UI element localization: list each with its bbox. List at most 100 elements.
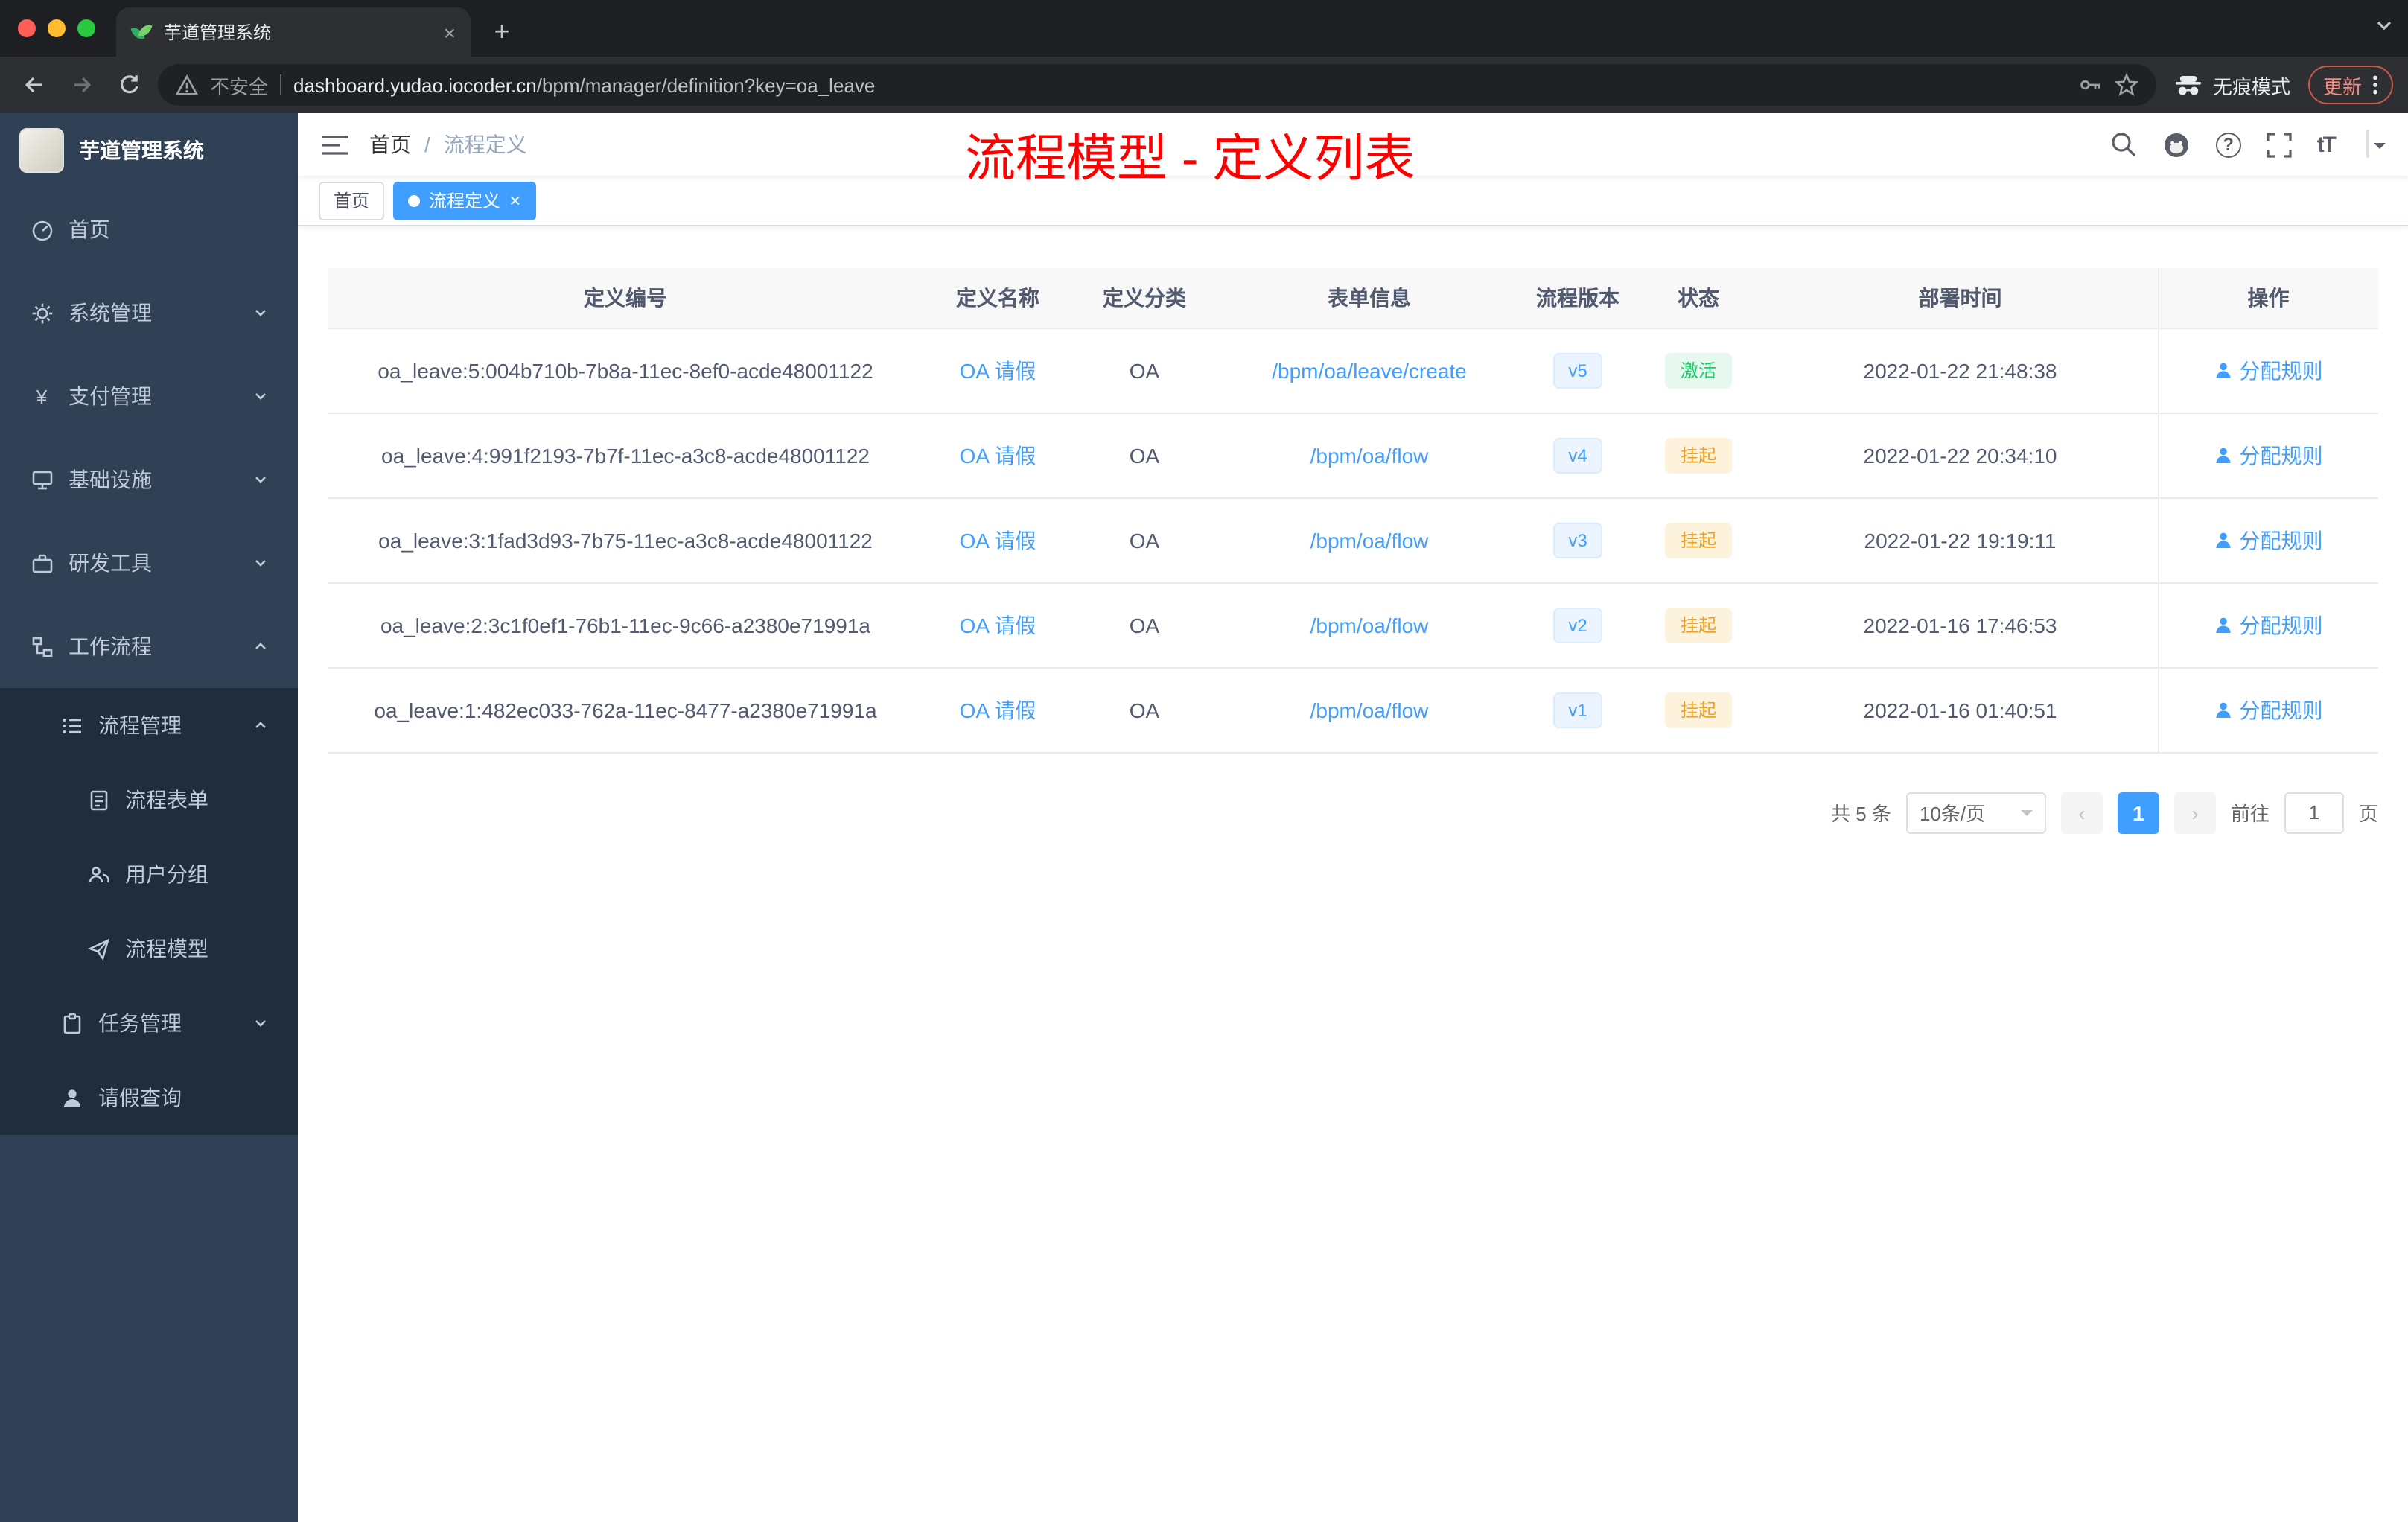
chevron-down-icon	[253, 472, 268, 487]
person-icon	[2215, 701, 2231, 717]
sidebar: 芋道管理系统 首页 系统管理 ¥ 支付管理 基础设施 研发工具 工作流程 流程管…	[0, 113, 298, 1522]
back-button[interactable]	[15, 66, 54, 104]
definition-table: 定义编号 定义名称 定义分类 表单信息 流程版本 状态 部署时间 操作 oa_l	[328, 268, 2378, 753]
security-label[interactable]: 不安全	[210, 71, 268, 99]
cell-deploy-time: 2022-01-22 20:34:10	[1763, 413, 2158, 498]
sidebar-logo[interactable]: 芋道管理系统	[0, 113, 298, 188]
site-favicon-icon	[130, 22, 153, 42]
window-controls	[0, 0, 116, 57]
document-icon	[86, 789, 110, 811]
sidebar-item-payment[interactable]: ¥ 支付管理	[0, 354, 298, 438]
definition-name-link[interactable]: OA 请假	[960, 698, 1036, 722]
hamburger-icon[interactable]	[322, 133, 348, 156]
assign-rule-button[interactable]: 分配规则	[2214, 525, 2323, 555]
github-icon[interactable]	[2162, 131, 2191, 158]
new-tab-button[interactable]: +	[482, 12, 521, 51]
address-bar[interactable]: 不安全 dashboard.yudao.iocoder.cn/bpm/manag…	[158, 64, 2156, 106]
search-icon[interactable]	[2110, 131, 2137, 158]
person-icon	[2215, 617, 2231, 632]
status-badge: 激活	[1665, 352, 1731, 388]
yen-icon: ¥	[36, 385, 48, 407]
avatar[interactable]	[2366, 130, 2369, 158]
chrome-update-button[interactable]: 更新	[2307, 66, 2393, 104]
sidebar-item-process-model[interactable]: 流程模型	[0, 911, 298, 986]
tag-label: 流程定义	[429, 191, 501, 211]
key-icon[interactable]	[2079, 73, 2103, 97]
assign-rule-button[interactable]: 分配规则	[2214, 695, 2323, 725]
form-link[interactable]: /bpm/oa/flow	[1310, 443, 1429, 467]
status-badge: 挂起	[1665, 437, 1731, 473]
sidebar-item-label: 任务管理	[98, 1011, 182, 1035]
table-row: oa_leave:2:3c1f0ef1-76b1-11ec-9c66-a2380…	[328, 582, 2378, 668]
user-avatar-wrap[interactable]	[2366, 130, 2386, 158]
tag-process-definition[interactable]: 流程定义 ×	[393, 181, 536, 220]
close-window-button[interactable]	[18, 19, 36, 37]
cell-deploy-time: 2022-01-22 21:48:38	[1763, 328, 2158, 413]
form-link[interactable]: /bpm/oa/leave/create	[1272, 358, 1467, 382]
minimize-window-button[interactable]	[48, 19, 66, 37]
assign-rule-button[interactable]: 分配规则	[2214, 440, 2323, 470]
sidebar-item-infra[interactable]: 基础设施	[0, 438, 298, 521]
sidebar-item-home[interactable]: 首页	[0, 188, 298, 271]
clipboard-icon	[60, 1012, 83, 1034]
zoom-window-button[interactable]	[77, 19, 95, 37]
sidebar-item-devtools[interactable]: 研发工具	[0, 521, 298, 605]
assign-rule-button[interactable]: 分配规则	[2214, 610, 2323, 640]
goto-page-input[interactable]	[2284, 792, 2344, 833]
assign-rule-button[interactable]: 分配规则	[2214, 355, 2323, 385]
kebab-menu-icon[interactable]	[2372, 74, 2378, 95]
browser-tab[interactable]: 芋道管理系统 ×	[116, 7, 471, 57]
annotation-title: 流程模型 - 定义列表	[965, 131, 1415, 188]
col-form-info: 表单信息	[1217, 268, 1522, 328]
cell-deploy-time: 2022-01-22 19:19:11	[1763, 497, 2158, 583]
page-size-select[interactable]: 10条/页	[1905, 792, 2046, 833]
version-tag: v5	[1553, 352, 1602, 388]
form-link[interactable]: /bpm/oa/flow	[1310, 613, 1429, 637]
dashboard-icon	[30, 218, 54, 241]
sidebar-item-label: 首页	[69, 217, 110, 241]
font-size-icon[interactable]: tT	[2317, 132, 2337, 157]
prev-page-button[interactable]: ‹	[2060, 792, 2103, 833]
definition-name-link[interactable]: OA 请假	[960, 613, 1036, 637]
tab-title: 芋道管理系统	[164, 22, 272, 43]
sidebar-item-label: 用户分组	[125, 862, 208, 886]
help-icon[interactable]: ?	[2215, 132, 2241, 157]
table-row: oa_leave:1:482ec033-762a-11ec-8477-a2380…	[328, 667, 2378, 753]
bookmark-star-icon[interactable]	[2114, 73, 2138, 97]
definition-name-link[interactable]: OA 请假	[960, 358, 1036, 382]
sidebar-item-task-mgmt[interactable]: 任务管理	[0, 986, 298, 1060]
tag-close-icon[interactable]: ×	[509, 191, 520, 210]
url-text: dashboard.yudao.iocoder.cn/bpm/manager/d…	[293, 74, 2067, 96]
sidebar-item-system[interactable]: 系统管理	[0, 271, 298, 354]
tab-search-chevron-icon[interactable]	[2375, 16, 2393, 34]
chevron-up-icon	[253, 639, 268, 654]
fullscreen-icon[interactable]	[2267, 132, 2292, 157]
goto-label: 前往	[2230, 803, 2270, 825]
tag-home[interactable]: 首页	[319, 181, 385, 220]
chevron-down-icon	[253, 555, 268, 570]
sidebar-item-user-group[interactable]: 用户分组	[0, 837, 298, 911]
sidebar-item-process-mgmt[interactable]: 流程管理	[0, 688, 298, 762]
main-area: 首页 / 流程定义 流程模型 - 定义列表 ? tT 首页 流程定义 × 定义编…	[298, 113, 2408, 1522]
definition-name-link[interactable]: OA 请假	[960, 528, 1036, 552]
table-row: oa_leave:5:004b710b-7b8a-11ec-8ef0-acde4…	[328, 328, 2378, 413]
cell-deploy-time: 2022-01-16 01:40:51	[1763, 667, 2158, 753]
col-deploy-time: 部署时间	[1763, 268, 2158, 328]
definition-name-link[interactable]: OA 请假	[960, 443, 1036, 467]
form-link[interactable]: /bpm/oa/flow	[1310, 698, 1429, 722]
sidebar-item-workflow[interactable]: 工作流程	[0, 605, 298, 688]
page-number-button[interactable]: 1	[2117, 792, 2159, 833]
form-link[interactable]: /bpm/oa/flow	[1310, 528, 1429, 552]
tab-close-icon[interactable]: ×	[444, 22, 456, 42]
cell-definition-id: oa_leave:1:482ec033-762a-11ec-8477-a2380…	[328, 667, 923, 753]
reload-button[interactable]	[110, 66, 149, 104]
next-page-button[interactable]: ›	[2173, 792, 2216, 833]
sidebar-item-process-form[interactable]: 流程表单	[0, 762, 298, 837]
forward-button[interactable]	[63, 66, 101, 104]
sidebar-item-label: 工作流程	[69, 634, 152, 658]
top-navbar: 首页 / 流程定义 流程模型 - 定义列表 ? tT	[298, 113, 2408, 188]
logo-title: 芋道管理系统	[79, 138, 204, 162]
breadcrumb-home[interactable]: 首页	[369, 130, 411, 159]
screen: 芋道管理系统 × + 不安全 dashboard.yudao.iocoder.c…	[0, 0, 2408, 1522]
sidebar-item-leave-query[interactable]: 请假查询	[0, 1060, 298, 1135]
